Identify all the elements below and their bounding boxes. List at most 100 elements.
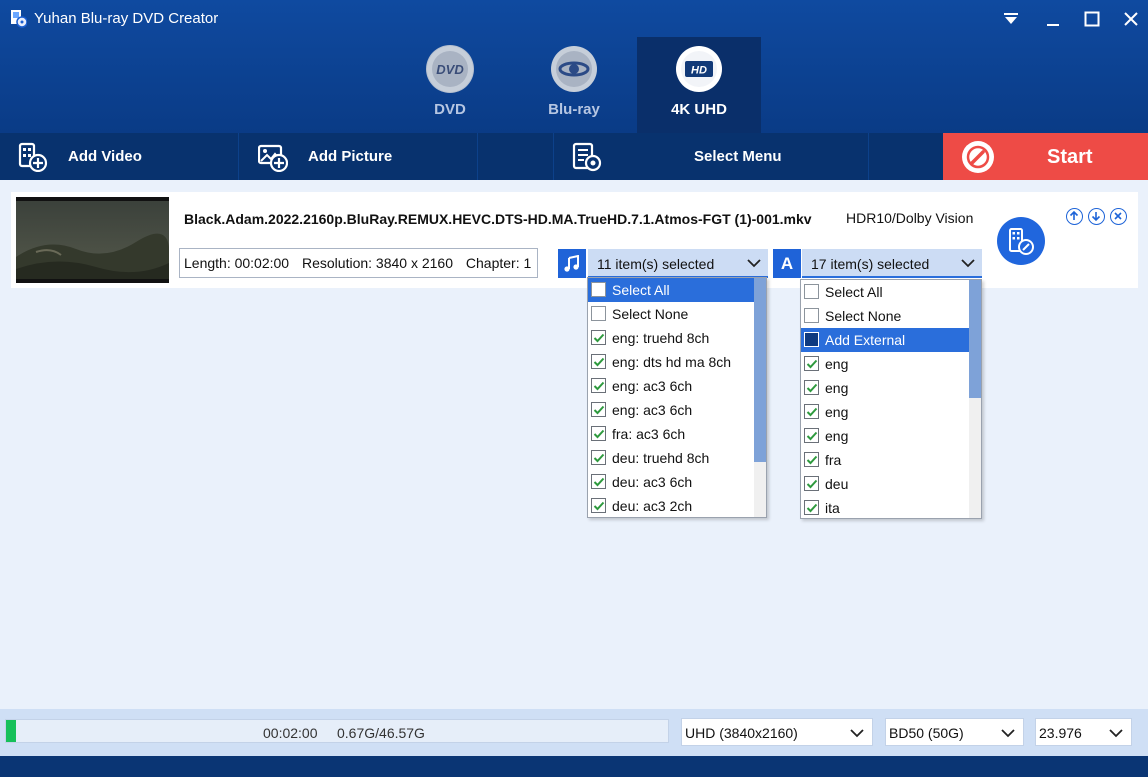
list-item-label: fra: ac3 6ch xyxy=(612,426,686,442)
checkbox-checked[interactable] xyxy=(804,356,819,371)
arrow-up-icon xyxy=(1069,210,1079,220)
dropdown-menu-button[interactable] xyxy=(996,6,1026,32)
list-item[interactable]: Select All xyxy=(801,280,981,304)
resolution-select[interactable]: UHD (3840x2160) xyxy=(681,718,873,746)
framerate-select[interactable]: 23.976 xyxy=(1035,718,1132,746)
list-item[interactable]: ita xyxy=(801,496,981,518)
audio-scrollbar-thumb[interactable] xyxy=(754,278,766,462)
select-menu-button[interactable]: Select Menu xyxy=(554,133,868,180)
list-item[interactable]: eng: ac3 6ch xyxy=(588,398,766,422)
disc-type-select[interactable]: BD50 (50G) xyxy=(885,718,1024,746)
list-item[interactable]: eng: truehd 8ch xyxy=(588,326,766,350)
checkbox[interactable] xyxy=(591,282,606,297)
svg-text:DVD: DVD xyxy=(436,62,464,77)
maximize-button[interactable] xyxy=(1077,6,1107,32)
checkbox[interactable] xyxy=(804,332,819,347)
list-item[interactable]: deu: ac3 6ch xyxy=(588,470,766,494)
burn-icon xyxy=(962,141,994,173)
audio-scrollbar[interactable] xyxy=(754,278,766,517)
checkbox-checked[interactable] xyxy=(591,426,606,441)
list-item[interactable]: eng: ac3 6ch xyxy=(588,374,766,398)
select-menu-icon xyxy=(572,142,602,172)
checkbox[interactable] xyxy=(804,284,819,299)
footer-bar xyxy=(0,756,1148,777)
checkbox-checked[interactable] xyxy=(591,330,606,345)
disc-usage-fill xyxy=(6,720,16,742)
audio-track-icon xyxy=(558,249,586,278)
checkbox-checked[interactable] xyxy=(804,476,819,491)
close-button[interactable] xyxy=(1116,6,1146,32)
move-up-button[interactable] xyxy=(1066,208,1083,225)
video-resolution: Resolution: 3840 x 2160 xyxy=(302,255,453,271)
list-item-label: Add External xyxy=(825,332,906,348)
ultra-hd-disc-icon: HD xyxy=(675,45,723,93)
add-video-button[interactable]: Add Video xyxy=(0,133,238,180)
subtitle-scrollbar[interactable] xyxy=(969,280,981,518)
subtitle-scrollbar-thumb[interactable] xyxy=(969,280,981,398)
checkbox-checked[interactable] xyxy=(591,402,606,417)
tab-4k-uhd[interactable]: HD 4K UHD xyxy=(637,37,761,133)
checkbox-checked[interactable] xyxy=(804,500,819,515)
list-item[interactable]: eng xyxy=(801,352,981,376)
list-item[interactable]: eng xyxy=(801,424,981,448)
video-length: Length: 00:02:00 xyxy=(184,255,290,271)
move-down-button[interactable] xyxy=(1088,208,1105,225)
remove-video-button[interactable] xyxy=(1110,208,1127,225)
tab-bluray-label: Blu-ray xyxy=(548,101,600,118)
list-item-label: eng: ac3 6ch xyxy=(612,402,693,418)
select-menu-label: Select Menu xyxy=(694,148,782,165)
audio-track-list: Select All Select None eng: truehd 8ch eng:… xyxy=(588,278,766,517)
video-thumbnail xyxy=(16,197,169,283)
video-chapter: Chapter: 1 xyxy=(465,255,532,271)
checkbox-checked[interactable] xyxy=(591,498,606,513)
list-item[interactable]: deu: truehd 8ch xyxy=(588,446,766,470)
checkbox-checked[interactable] xyxy=(804,452,819,467)
list-item-label: fra xyxy=(825,452,842,468)
list-item[interactable]: eng: dts hd ma 8ch xyxy=(588,350,766,374)
list-item[interactable]: fra: ac3 6ch xyxy=(588,422,766,446)
tab-bluray[interactable]: Blu-ray xyxy=(512,37,636,133)
checkbox-checked[interactable] xyxy=(804,428,819,443)
checkbox-checked[interactable] xyxy=(591,474,606,489)
list-item[interactable]: deu: ac3 2ch xyxy=(588,494,766,517)
edit-video-icon xyxy=(1009,228,1034,255)
app-logo-icon xyxy=(11,10,27,28)
list-item[interactable]: Select All xyxy=(588,278,766,302)
maximize-icon xyxy=(1084,11,1100,27)
list-item[interactable]: Select None xyxy=(801,304,981,328)
edit-video-button[interactable] xyxy=(997,217,1045,265)
list-item[interactable]: eng xyxy=(801,400,981,424)
tab-dvd[interactable]: DVD DVD xyxy=(388,37,512,133)
list-item[interactable]: fra xyxy=(801,448,981,472)
checkbox-checked[interactable] xyxy=(591,450,606,465)
chevron-down-icon xyxy=(961,259,975,268)
total-duration: 00:02:00 xyxy=(263,725,318,741)
audio-track-select[interactable]: 11 item(s) selected xyxy=(588,249,768,278)
list-item-label: eng xyxy=(825,380,849,396)
list-item-label: Select All xyxy=(825,284,883,300)
tab-4k-uhd-label: 4K UHD xyxy=(671,101,727,118)
add-picture-label: Add Picture xyxy=(308,148,393,165)
checkbox[interactable] xyxy=(591,306,606,321)
toolbar-divider xyxy=(868,133,869,180)
toolbar-divider xyxy=(477,133,478,180)
title-bar: Yuhan Blu-ray DVD Creator xyxy=(0,0,1148,38)
checkbox-checked[interactable] xyxy=(804,380,819,395)
list-item-label: eng xyxy=(825,404,849,420)
start-button[interactable]: Start xyxy=(943,133,1148,180)
checkbox-checked[interactable] xyxy=(804,404,819,419)
list-item[interactable]: Select None xyxy=(588,302,766,326)
checkbox-checked[interactable] xyxy=(591,354,606,369)
subtitle-selected-summary: 17 item(s) selected xyxy=(811,256,930,272)
minimize-button[interactable] xyxy=(1038,6,1068,32)
list-item[interactable]: eng xyxy=(801,376,981,400)
list-item[interactable]: deu xyxy=(801,472,981,496)
start-label: Start xyxy=(1047,146,1093,168)
subtitle-select[interactable]: 17 item(s) selected xyxy=(802,249,982,278)
list-item[interactable]: Add External xyxy=(801,328,981,352)
checkbox[interactable] xyxy=(804,308,819,323)
add-picture-button[interactable]: Add Picture xyxy=(239,133,477,180)
arrow-down-icon xyxy=(1091,212,1101,222)
checkbox-checked[interactable] xyxy=(591,378,606,393)
app-header: Yuhan Blu-ray DVD Creator DVD DVD Blu-ra… xyxy=(0,0,1148,133)
